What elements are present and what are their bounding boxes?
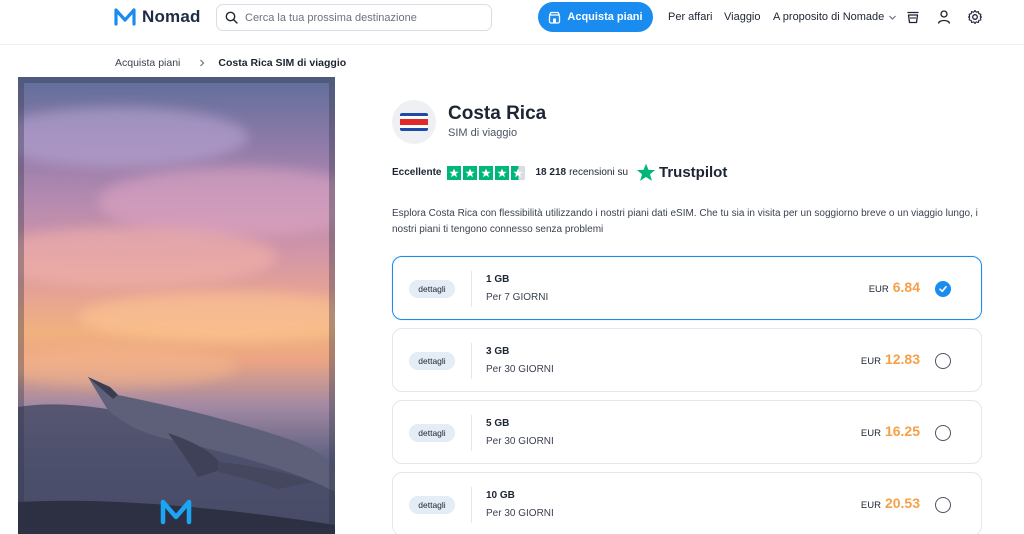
plan-duration: Per 30 GIORNI bbox=[486, 364, 554, 375]
plan-price: EUR 16.25 bbox=[861, 423, 920, 439]
plan-card-3gb[interactable]: dettagli 3 GB Per 30 GIORNI EUR 12.83 bbox=[392, 328, 982, 392]
star-icon bbox=[447, 165, 462, 180]
plan-duration: Per 30 GIORNI bbox=[486, 508, 554, 519]
breadcrumb: Acquista piani Costa Rica SIM di viaggio bbox=[115, 57, 346, 69]
price-currency: EUR bbox=[860, 356, 881, 367]
star-icon bbox=[495, 165, 510, 180]
hero-image bbox=[18, 77, 335, 534]
plan-radio[interactable] bbox=[935, 425, 951, 441]
price-currency: EUR bbox=[868, 284, 889, 295]
plan-price: EUR 20.53 bbox=[861, 495, 920, 511]
nav-travel[interactable]: Viaggio bbox=[724, 11, 761, 23]
search-input[interactable] bbox=[245, 11, 485, 24]
plan-card-5gb[interactable]: dettagli 5 GB Per 30 GIORNI EUR 16.25 bbox=[392, 400, 982, 464]
search-icon bbox=[225, 11, 238, 24]
breadcrumb-current: Costa Rica SIM di viaggio bbox=[218, 57, 347, 69]
product-subtitle: SIM di viaggio bbox=[448, 127, 518, 139]
price-amount: 16.25 bbox=[884, 423, 920, 439]
trustpilot-rating: Eccellente 18 218 recensioni su Trustpil… bbox=[392, 163, 727, 182]
plan-radio-selected[interactable] bbox=[935, 281, 951, 297]
plan-card-10gb[interactable]: dettagli 10 GB Per 30 GIORNI EUR 20.53 bbox=[392, 472, 982, 534]
nomad-watermark-icon bbox=[160, 499, 192, 525]
star-icon bbox=[479, 165, 494, 180]
nav-about-label: A proposito di Nomade bbox=[773, 11, 885, 23]
product-description: Esplora Costa Rica con flessibilità util… bbox=[392, 208, 978, 235]
plan-duration: Per 30 GIORNI bbox=[486, 436, 554, 447]
details-button[interactable]: dettagli bbox=[409, 352, 455, 370]
buy-plans-button[interactable]: Acquista piani bbox=[538, 2, 653, 32]
plan-divider bbox=[471, 343, 472, 379]
user-icon[interactable] bbox=[936, 9, 952, 25]
details-button[interactable]: dettagli bbox=[409, 424, 455, 442]
plan-data: 1 GB bbox=[486, 274, 510, 285]
plan-data: 3 GB bbox=[486, 346, 510, 357]
check-icon bbox=[939, 286, 947, 293]
plan-duration: Per 7 GIORNI bbox=[486, 292, 549, 303]
plan-radio[interactable] bbox=[935, 353, 951, 369]
plan-data: 10 GB bbox=[486, 490, 515, 501]
rating-stars bbox=[447, 165, 526, 180]
airplane-wing-image bbox=[18, 77, 335, 534]
details-button[interactable]: dettagli bbox=[409, 280, 455, 298]
plan-data: 5 GB bbox=[486, 418, 510, 429]
cup-icon[interactable] bbox=[905, 9, 921, 25]
plan-card-1gb[interactable]: dettagli 1 GB Per 7 GIORNI EUR 6.84 bbox=[392, 256, 982, 320]
nav-about-nomad[interactable]: A proposito di Nomade bbox=[773, 11, 897, 23]
reviews-count: 18 218 bbox=[535, 167, 567, 178]
chevron-right-icon bbox=[200, 59, 205, 67]
nav-for-business[interactable]: Per affari bbox=[668, 11, 712, 23]
price-currency: EUR bbox=[860, 428, 881, 439]
plan-divider bbox=[471, 487, 472, 523]
rating-label: Eccellente bbox=[392, 167, 442, 178]
nomad-logo-icon bbox=[114, 8, 136, 26]
star-half-icon bbox=[511, 165, 526, 180]
store-icon bbox=[549, 11, 561, 24]
star-icon bbox=[463, 165, 478, 180]
price-amount: 20.53 bbox=[884, 495, 920, 511]
trustpilot-star-icon bbox=[636, 163, 656, 181]
plan-divider bbox=[471, 415, 472, 451]
logo-text: Nomad bbox=[142, 7, 201, 26]
country-title: Costa Rica bbox=[448, 103, 547, 124]
plan-divider bbox=[471, 271, 472, 307]
price-amount: 6.84 bbox=[892, 279, 920, 295]
reviews-suffix: recensioni su bbox=[569, 167, 628, 178]
trustpilot-text: Trustpilot bbox=[659, 164, 728, 181]
flag-badge bbox=[392, 100, 436, 144]
details-button[interactable]: dettagli bbox=[409, 496, 455, 514]
breadcrumb-buy-plans[interactable]: Acquista piani bbox=[115, 57, 180, 69]
costa-rica-flag-icon bbox=[400, 113, 428, 131]
price-currency: EUR bbox=[860, 500, 881, 511]
price-amount: 12.83 bbox=[884, 351, 920, 367]
plan-price: EUR 12.83 bbox=[861, 351, 920, 367]
gear-icon[interactable] bbox=[967, 9, 983, 25]
plan-radio[interactable] bbox=[935, 497, 951, 513]
plan-price: EUR 6.84 bbox=[869, 279, 920, 295]
top-header: Nomad Acquista piani Per affari Viaggio … bbox=[0, 0, 1024, 45]
search-box[interactable] bbox=[216, 4, 492, 31]
trustpilot-logo[interactable]: Trustpilot bbox=[636, 163, 727, 182]
chevron-down-icon bbox=[889, 15, 897, 20]
buy-plans-label: Acquista piani bbox=[567, 11, 643, 23]
nomad-logo[interactable]: Nomad bbox=[114, 7, 201, 27]
